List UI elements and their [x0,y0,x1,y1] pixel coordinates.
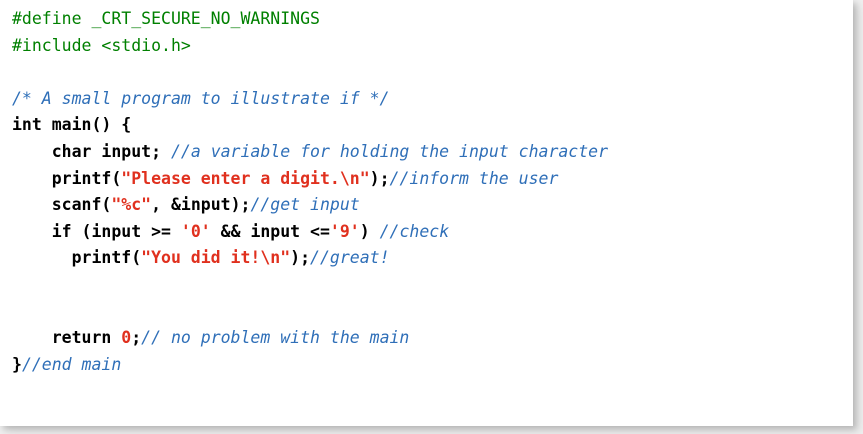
code-token-str: "You did it!\n" [141,248,291,268]
code-line: char input; //a variable for holding the… [12,139,608,166]
code-line: #define _CRT_SECURE_NO_WARNINGS [12,6,608,33]
code-token-cm: //end main [21,354,122,374]
code-token-plain: int main() { [12,115,132,135]
code-token-cm: // no problem with the main [141,328,410,348]
code-token-cm: //get input [250,195,360,215]
code-line: printf("You did it!\n");//great! [12,245,608,272]
code-token-str: "Please enter a digit.\n" [121,168,370,188]
code-token-cm: //inform the user [389,168,559,188]
code-editor-panel: #define _CRT_SECURE_NO_WARNINGS #include … [0,0,853,426]
source-code: #define _CRT_SECURE_NO_WARNINGS #include … [12,6,608,378]
code-token-cm: /* A small program to illustrate if */ [12,88,390,108]
code-token-plain: ; [131,328,142,348]
code-token-plain: ) [359,221,380,241]
code-token-pp: #define _CRT_SECURE_NO_WARNINGS [12,9,320,28]
code-line: printf("Please enter a digit.\n");//info… [12,166,608,193]
code-token-plain: scanf( [12,195,112,215]
code-token-pp: #include <stdio.h> [12,35,191,55]
code-token-plain: } [12,354,22,374]
code-token-str: '9' [329,221,360,241]
code-line: return 0;// no problem with the main [12,325,608,352]
code-token-str: "%c" [111,195,152,215]
code-token-cm: //a variable for holding the input chara… [170,141,609,161]
code-token-plain: return [12,328,122,348]
code-token-plain: printf( [12,248,142,268]
code-token-str: '0' [180,221,211,241]
code-token-num: 0 [121,328,132,348]
code-line: scanf("%c", &input);//get input [12,192,608,219]
code-token-cm: //great! [310,248,390,268]
code-token-plain: && input <= [210,221,330,241]
code-line: /* A small program to illustrate if */ [12,86,608,113]
code-line: #include <stdio.h> [12,33,608,60]
code-token-plain: ); [290,248,311,268]
code-token-cm: //check [379,221,450,241]
code-token-plain: printf( [12,168,122,188]
code-line: int main() { [12,112,608,139]
code-token-plain: ); [369,168,390,188]
code-token-plain: if (input >= [12,221,181,241]
code-token-plain: char input; [12,141,171,161]
code-line: }//end main [12,352,608,379]
code-token-plain: , &input); [151,195,251,215]
code-line: if (input >= '0' && input <='9') //check [12,219,608,246]
